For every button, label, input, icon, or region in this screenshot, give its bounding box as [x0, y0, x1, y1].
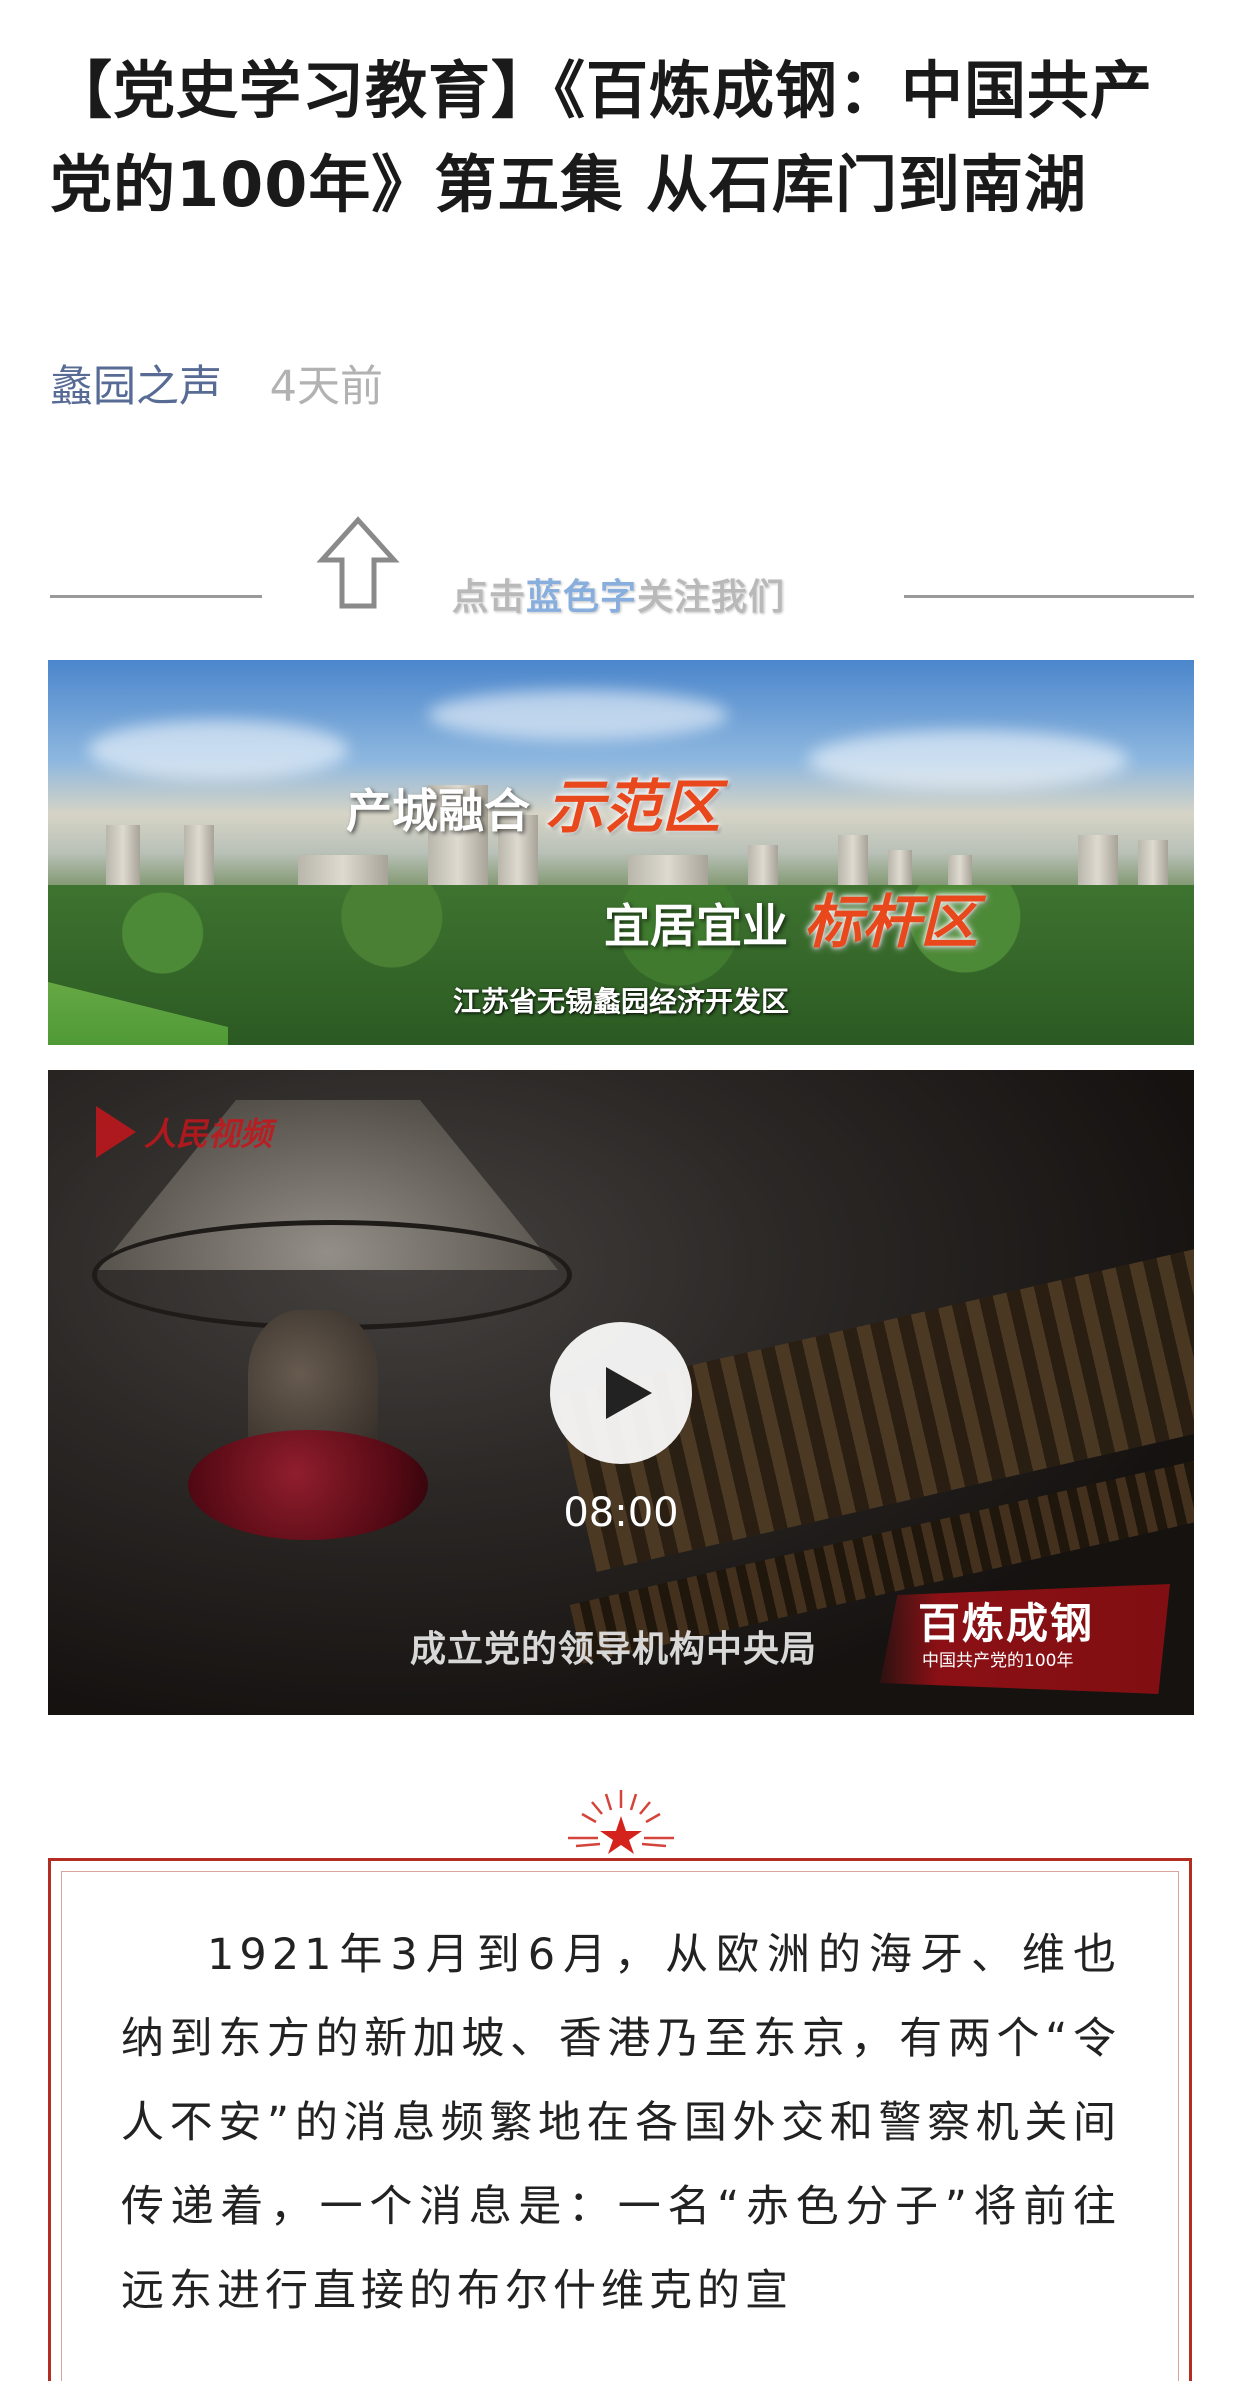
promo-line1-white: 产城融合: [346, 784, 530, 838]
up-arrow-icon: [316, 516, 400, 609]
star-ornament-icon: [568, 1790, 674, 1854]
series-title: 百炼成钢: [918, 1599, 1095, 1648]
article-title: 【党史学习教育】《百炼成钢：中国共产党的100年》第五集 从石库门到南湖: [50, 54, 1154, 221]
follow-suffix: 关注我们: [637, 577, 786, 618]
video-subtitle: 成立党的领导机构中央局: [410, 1629, 818, 1670]
divider-right: [904, 595, 1194, 598]
article-meta: 蠡园之声 4天前: [50, 352, 383, 414]
author-link[interactable]: 蠡园之声: [50, 362, 222, 412]
video-duration: 08:00: [563, 1490, 679, 1536]
promo-banner-image[interactable]: 产城融合 示范区 宜居宜业 标杆区 江苏省无锡蠡园经济开发区: [48, 660, 1194, 1045]
promo-line-2: 宜居宜业 标杆区: [604, 875, 978, 959]
article-paragraph: 1921年3月到6月，从欧洲的海牙、维也纳到东方的新加坡、香港乃至东京，有两个“…: [121, 1930, 1121, 2316]
follow-prefix: 点击: [452, 577, 527, 618]
logo-triangle-icon: [96, 1106, 136, 1158]
follow-blue-word: 蓝色字: [526, 577, 638, 618]
promo-caption: 江苏省无锡蠡园经济开发区: [452, 985, 789, 1018]
play-button[interactable]: [550, 1322, 692, 1464]
promo-line1-red: 示范区: [546, 773, 721, 841]
promo-line-1: 产城融合 示范区: [346, 760, 720, 844]
article-content-box: 1921年3月到6月，从欧洲的海牙、维也纳到东方的新加坡、香港乃至东京，有两个“…: [48, 1858, 1192, 2381]
publish-time: 4天前: [269, 362, 384, 412]
divider-left: [50, 595, 262, 598]
video-player[interactable]: 人民视频 08:00 成立党的领导机构中央局 百炼成钢 中国共产党的100年: [48, 1070, 1194, 1715]
promo-line2-white: 宜居宜业: [604, 899, 788, 953]
series-subtitle: 中国共产党的100年: [922, 1651, 1074, 1671]
play-icon: [606, 1367, 652, 1419]
video-logo-text: 人民视频: [144, 1115, 273, 1153]
promo-line2-red: 标杆区: [804, 888, 979, 956]
follow-prompt: 点击蓝色字关注我们: [452, 568, 785, 620]
video-source-logo: 人民视频: [96, 1106, 272, 1158]
